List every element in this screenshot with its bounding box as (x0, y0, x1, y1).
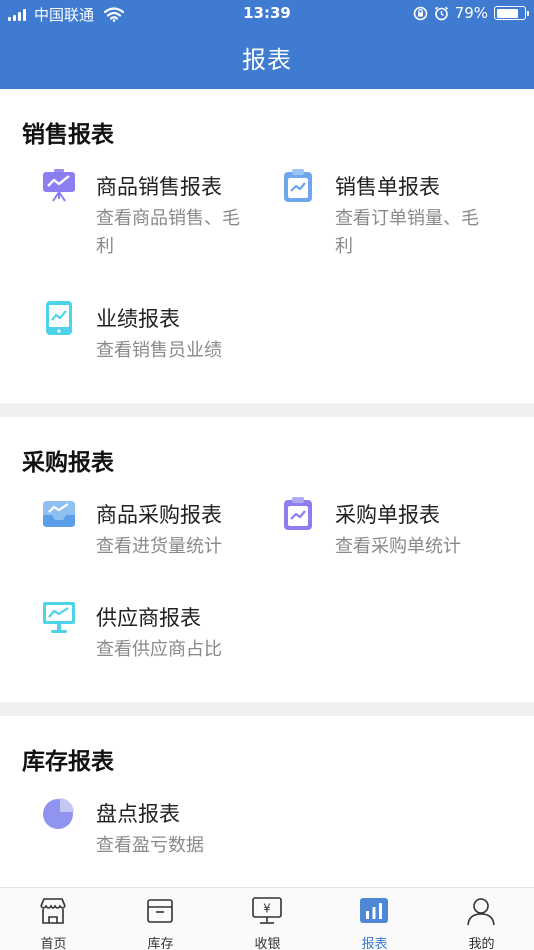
tab-cashier[interactable]: ¥ 收银 (214, 888, 321, 950)
report-item-title: 销售单报表 (335, 175, 440, 199)
clipboard-chart-icon (284, 169, 312, 202)
battery-percent: 79% (454, 4, 488, 22)
tab-bar: 首页 库存 ¥ 收银 报表 我的 (0, 887, 534, 950)
section-sales: 销售报表 商品销售报表 查看商品销售、毛利 销售单报表 查看订单销量、毛利 业绩… (0, 89, 534, 403)
section-title: 库存报表 (22, 749, 114, 775)
top-bar: 中国联通 13:39 79% 报表 (0, 0, 534, 89)
report-item-purchase-order[interactable]: 采购单报表 查看采购单统计 (281, 497, 501, 557)
battery-icon (494, 6, 529, 20)
tray-chart-icon (43, 501, 75, 527)
report-item-title: 采购单报表 (335, 503, 440, 527)
section-title: 销售报表 (22, 122, 114, 148)
report-item-stocktake[interactable]: 盘点报表 查看盈亏数据 (42, 796, 262, 856)
report-item-title: 商品采购报表 (96, 503, 222, 527)
tab-home[interactable]: 首页 (0, 888, 107, 950)
section-purchase: 采购报表 商品采购报表 查看进货量统计 采购单报表 查看采购单统计 供应商报表 … (0, 417, 534, 702)
tab-label: 库存 (147, 937, 174, 950)
pie-chart-icon (43, 798, 74, 829)
presentation-chart-icon (43, 169, 75, 202)
status-right: 79% (413, 4, 529, 22)
report-item-sales-order[interactable]: 销售单报表 查看订单销量、毛利 (281, 169, 501, 259)
report-item-title: 供应商报表 (96, 606, 201, 630)
report-item-desc: 查看盈亏数据 (96, 835, 204, 856)
report-item-desc: 查看采购单统计 (335, 536, 461, 557)
section-title: 采购报表 (22, 450, 114, 476)
battery-level (496, 8, 518, 18)
svg-text:¥: ¥ (263, 902, 271, 916)
report-item-supplier[interactable]: 供应商报表 查看供应商占比 (42, 600, 262, 660)
report-item-performance[interactable]: 业绩报表 查看销售员业绩 (42, 301, 262, 371)
tab-label: 首页 (40, 937, 67, 950)
tab-label: 收银 (254, 937, 281, 950)
report-item-desc: 查看供应商占比 (96, 639, 222, 660)
clipboard-chart-icon (284, 497, 312, 530)
box-icon (147, 899, 173, 923)
report-item-desc: 查看订单销量、毛利 (335, 208, 479, 257)
section-inventory: 库存报表 盘点报表 查看盈亏数据 (0, 716, 534, 887)
report-item-product-purchase[interactable]: 商品采购报表 查看进货量统计 (42, 497, 262, 557)
tab-profile[interactable]: 我的 (428, 888, 534, 950)
tablet-chart-icon (46, 301, 72, 335)
tab-reports[interactable]: 报表 (321, 888, 428, 950)
user-icon (467, 898, 495, 926)
store-icon (40, 898, 66, 924)
page-title: 报表 (242, 46, 292, 74)
tab-inventory[interactable]: 库存 (107, 888, 214, 950)
tab-label: 报表 (361, 937, 388, 950)
bar-chart-icon (360, 898, 388, 923)
monitor-chart-icon (43, 602, 75, 633)
report-item-product-sales[interactable]: 商品销售报表 查看商品销售、毛利 (42, 169, 262, 259)
report-item-desc: 查看销售员业绩 (96, 340, 222, 361)
tab-label: 我的 (468, 937, 495, 950)
report-item-desc: 查看商品销售、毛利 (96, 208, 240, 257)
cashier-monitor-icon: ¥ (252, 897, 282, 924)
report-item-title: 商品销售报表 (96, 175, 222, 199)
report-item-desc: 查看进货量统计 (96, 536, 222, 557)
status-bar: 中国联通 13:39 79% (0, 0, 534, 28)
report-item-title: 盘点报表 (96, 802, 180, 826)
rotation-lock-icon (413, 6, 427, 20)
report-item-title: 业绩报表 (96, 307, 180, 331)
alarm-icon (434, 6, 448, 20)
